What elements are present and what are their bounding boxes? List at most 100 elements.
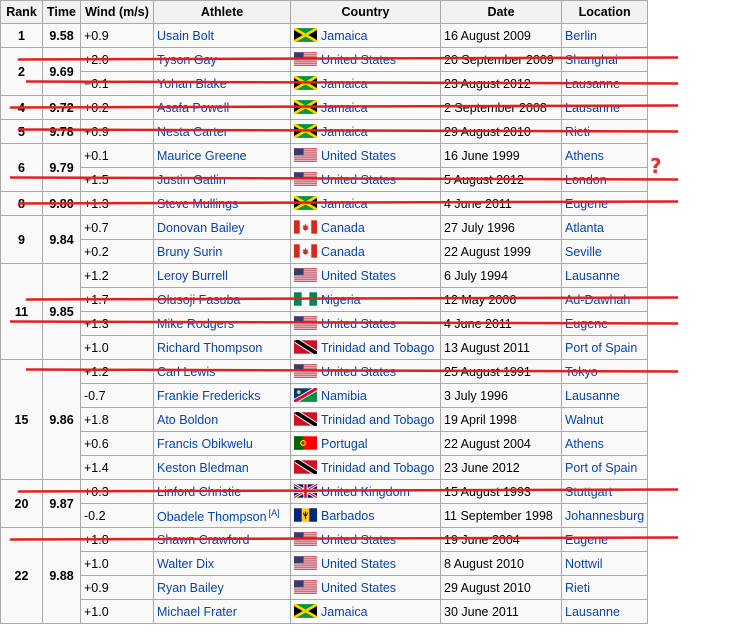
athlete-link[interactable]: Obadele Thompson (157, 510, 267, 524)
country-link[interactable]: Canada (321, 245, 365, 259)
country-link[interactable]: United States (321, 53, 396, 67)
country-link[interactable]: Jamaica (321, 77, 368, 91)
location-link[interactable]: Eugene (565, 197, 608, 211)
athlete-cell: Yohan Blake (153, 71, 291, 96)
location-link[interactable]: Stuttgart (565, 485, 612, 499)
header-country[interactable]: Country (290, 0, 441, 24)
athlete-link[interactable]: Olusoji Fasuba (157, 293, 240, 307)
country-cell: Jamaica (290, 599, 441, 624)
header-time[interactable]: Time (42, 0, 81, 24)
location-link[interactable]: Atlanta (565, 221, 604, 235)
country-link[interactable]: United Kingdom (321, 485, 410, 499)
athlete-link[interactable]: Richard Thompson (157, 341, 262, 355)
jamaica-flag (293, 195, 318, 211)
date-cell: 27 July 1996 (440, 215, 562, 240)
athlete-cell: Bruny Surin (153, 239, 291, 264)
header-date[interactable]: Date (440, 0, 562, 24)
athlete-link[interactable]: Yohan Blake (157, 77, 227, 91)
country-link[interactable]: United States (321, 533, 396, 547)
wind-cell: +0.9 (80, 119, 154, 144)
country-link[interactable]: Barbados (321, 509, 375, 523)
country-link[interactable]: United States (321, 149, 396, 163)
location-link[interactable]: Johannesburg (565, 509, 644, 523)
country-cell: Namibia (290, 383, 441, 408)
country-link[interactable]: Trinidad and Tobago (321, 341, 434, 355)
footnote-link[interactable]: [A] (269, 508, 280, 518)
location-link[interactable]: Tokyo (565, 365, 598, 379)
country-link[interactable]: Jamaica (321, 29, 368, 43)
location-link[interactable]: London (565, 173, 607, 187)
country-link[interactable]: Jamaica (321, 605, 368, 619)
country-link[interactable]: Jamaica (321, 101, 368, 115)
header-athlete[interactable]: Athlete (153, 0, 291, 24)
athlete-link[interactable]: Michael Frater (157, 605, 237, 619)
athlete-link[interactable]: Frankie Fredericks (157, 389, 261, 403)
table-row: 20 9.87 +0.3 Linford Christie United Kingdom… (0, 479, 649, 528)
location-link[interactable]: Nottwil (565, 557, 603, 571)
location-link[interactable]: Athens (565, 149, 604, 163)
athlete-link[interactable]: Tyson Gay (157, 53, 217, 67)
athlete-link[interactable]: Linford Christie (157, 485, 241, 499)
location-link[interactable]: Rieti (565, 581, 590, 595)
country-link[interactable]: Nigeria (321, 293, 361, 307)
location-link[interactable]: Port of Spain (565, 341, 637, 355)
athlete-link[interactable]: Ato Boldon (157, 413, 218, 427)
athlete-link[interactable]: Usain Bolt (157, 29, 214, 43)
athlete-link[interactable]: Maurice Greene (157, 149, 247, 163)
athlete-cell: Maurice Greene (153, 143, 291, 168)
athlete-link[interactable]: Donovan Bailey (157, 221, 245, 235)
location-link[interactable]: Berlin (565, 29, 597, 43)
country-link[interactable]: United States (321, 269, 396, 283)
location-cell: Athens (560, 143, 649, 168)
location-link[interactable]: Eugene (565, 317, 608, 331)
header-rank[interactable]: Rank (0, 0, 43, 24)
country-link[interactable]: Namibia (321, 389, 367, 403)
athlete-link[interactable]: Leroy Burrell (157, 269, 228, 283)
country-link[interactable]: United States (321, 173, 396, 187)
location-link[interactable]: Lausanne (565, 269, 620, 283)
wind-cell: +1.5 (80, 167, 154, 192)
athlete-link[interactable]: Asafa Powell (157, 101, 229, 115)
location-link[interactable]: Port of Spain (565, 461, 637, 475)
athlete-cell: Justin Gatlin (153, 167, 291, 192)
country-link[interactable]: Trinidad and Tobago (321, 413, 434, 427)
header-location[interactable]: Location (560, 0, 649, 24)
athlete-link[interactable]: Keston Bledman (157, 461, 249, 475)
header-wind[interactable]: Wind (m/s) (80, 0, 154, 24)
location-link[interactable]: Shanghai (565, 53, 618, 67)
location-link[interactable]: Lausanne (565, 389, 620, 403)
athlete-link[interactable]: Mike Rodgers (157, 317, 234, 331)
country-link[interactable]: United States (321, 557, 396, 571)
country-link[interactable]: Trinidad and Tobago (321, 461, 434, 475)
location-link[interactable]: Ad-Dawhah (565, 293, 630, 307)
jamaica-flag (293, 603, 318, 619)
athlete-cell: Usain Bolt (153, 23, 291, 48)
location-link[interactable]: Rieti (565, 125, 590, 139)
location-link[interactable]: Athens (565, 437, 604, 451)
location-link[interactable]: Eugene (565, 533, 608, 547)
country-link[interactable]: Jamaica (321, 197, 368, 211)
location-cell: Lausanne (560, 95, 649, 120)
location-link[interactable]: Lausanne (565, 101, 620, 115)
country-link[interactable]: Jamaica (321, 125, 368, 139)
location-link[interactable]: Lausanne (565, 605, 620, 619)
athlete-link[interactable]: Ryan Bailey (157, 581, 224, 595)
country-link[interactable]: United States (321, 365, 396, 379)
athlete-link[interactable]: Walter Dix (157, 557, 214, 571)
athlete-link[interactable]: Carl Lewis (157, 365, 215, 379)
country-cell: Canada (290, 239, 441, 264)
athlete-link[interactable]: Shawn Crawford (157, 533, 249, 547)
athlete-link[interactable]: Steve Mullings (157, 197, 238, 211)
location-link[interactable]: Walnut (565, 413, 603, 427)
country-link[interactable]: United States (321, 581, 396, 595)
location-link[interactable]: Lausanne (565, 77, 620, 91)
country-link[interactable]: Canada (321, 221, 365, 235)
country-cell: Portugal (290, 431, 441, 456)
country-link[interactable]: Portugal (321, 437, 368, 451)
athlete-link[interactable]: Francis Obikwelu (157, 437, 253, 451)
location-link[interactable]: Seville (565, 245, 602, 259)
athlete-link[interactable]: Justin Gatlin (157, 173, 226, 187)
athlete-link[interactable]: Nesta Carter (157, 125, 228, 139)
athlete-link[interactable]: Bruny Surin (157, 245, 222, 259)
country-link[interactable]: United States (321, 317, 396, 331)
